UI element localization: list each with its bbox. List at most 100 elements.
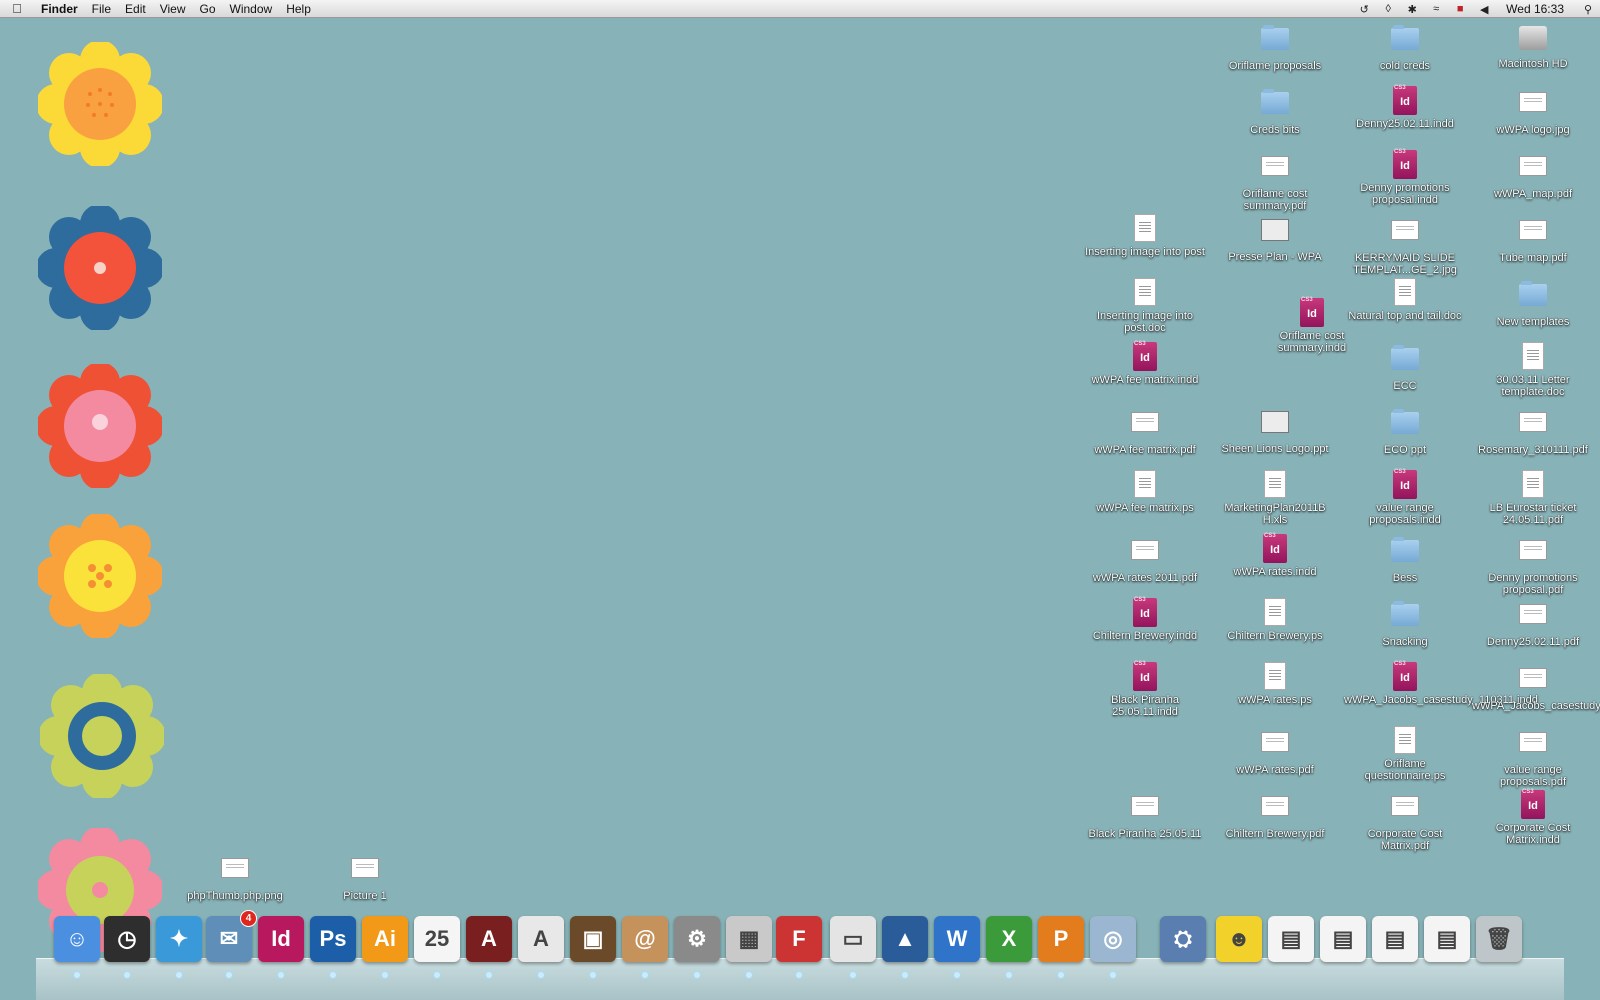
indesign-icon[interactable]: Id [258,916,304,978]
desktop-icon[interactable]: New templates [1472,278,1594,328]
desktop-icon[interactable]: Natural top and tail.doc [1344,278,1466,322]
desktop-icon[interactable]: Snacking [1344,598,1466,648]
illustrator-icon[interactable]: Ai [362,916,408,978]
desktop-icon[interactable]: MarketingPlan2011B H.xls [1214,470,1336,526]
menu-edit[interactable]: Edit [118,0,153,18]
document-icon [1519,540,1547,560]
photoshop-icon[interactable]: Ps [310,916,356,978]
desktop-icon[interactable]: KERRYMAID SLIDE TEMPLAT...GE_2.jpg [1344,214,1466,276]
desktop-icon[interactable]: Oriflame proposals [1214,22,1336,72]
desktop-icon[interactable]: Denny25.02.11.pdf [1472,598,1594,648]
system-preferences-icon[interactable]: ⚙ [674,916,720,978]
document-icon [1264,598,1286,626]
desktop-icon[interactable]: LB Eurostar ticket 24.05.11.pdf [1472,470,1594,526]
font-book-icon[interactable]: F [776,916,822,978]
desktop-icon[interactable]: Black Piranha 25.05.11 [1084,790,1206,840]
bluetooth-icon[interactable]: ✱ [1400,3,1424,16]
desktop-icon[interactable]: Id value range proposals.indd [1344,468,1466,526]
desktop-icon[interactable]: Id Denny promotions proposal.indd [1344,148,1466,206]
preview-icon[interactable]: ◎ [1090,916,1136,978]
iphoto-icon[interactable]: ▣ [570,916,616,978]
desktop-icon[interactable]: Oriflame cost summary.pdf [1214,150,1336,212]
powerpoint-icon[interactable]: P [1038,916,1084,978]
time-machine-icon[interactable]: ↺ [1352,3,1376,16]
desktop-icon[interactable]: Id Denny25.02.11.indd [1344,84,1466,130]
safari-icon[interactable]: ✦ [156,916,202,978]
mail-icon[interactable]: ✉ 4 [206,910,257,978]
document-thumbnail-icon[interactable]: ▤ [1268,916,1314,962]
word-icon[interactable]: W [934,916,980,978]
desktop-icon[interactable]: Chiltern Brewery.ps [1214,598,1336,642]
document-icon [1519,412,1547,432]
address-book-icon[interactable]: @ [622,916,668,978]
desktop-icon[interactable]: Id Black Piranha 25.05.11.indd [1084,660,1206,718]
document-thumbnail-icon[interactable]: ▤ [1320,916,1366,962]
desktop-icon[interactable]: Creds bits [1214,86,1336,136]
applications-folder-icon[interactable]: ⛭ [1160,916,1206,962]
keynote-icon[interactable]: ▲ [882,916,928,978]
desktop-icon[interactable]: 30.03.11 Letter template.doc [1472,342,1594,398]
calendar-icon[interactable]: 25 [414,916,460,978]
desktop-icon[interactable]: Bess [1344,534,1466,584]
desktop-icon-label: Black Piranha 25.05.11 [1088,828,1202,840]
desktop-icon[interactable]: phpThumb.php.png [174,852,296,902]
printer-icon[interactable]: ▭ [830,916,876,978]
desktop-icon[interactable]: wWPA logo.jpg [1472,86,1594,136]
desktop-icon[interactable]: Id Chiltern Brewery.indd [1084,596,1206,642]
acrobat-pro-icon[interactable]: A [466,916,512,978]
finder-icon[interactable]: ☺ [54,916,100,978]
excel-icon[interactable]: X [986,916,1032,978]
desktop-icon[interactable]: wWPA rates.pdf [1214,726,1336,776]
desktop-icon[interactable]: ECO ppt [1344,406,1466,456]
binoculars-icon[interactable]: ◊ [1376,3,1400,15]
desktop-icon[interactable]: wWPA_map.pdf [1472,150,1594,200]
uk-flag-icon[interactable]: ■ [1448,3,1472,15]
desktop-icon[interactable]: ECC [1344,342,1466,392]
document-thumbnail-icon[interactable]: ▤ [1372,916,1418,962]
desktop-icon[interactable]: Id wWPA_Jacobs_casestudy_110311.indd [1344,660,1538,706]
calculator-icon[interactable]: ▦ [726,916,772,978]
desktop-icon[interactable]: cold creds [1344,22,1466,72]
desktop-icon[interactable]: Denny promotions proposal.pdf [1472,534,1594,596]
spongebob-stack-icon[interactable]: ☻ [1216,916,1262,962]
desktop-icon[interactable]: wWPA_Jacobs_casestudy_110311.pdf [1472,662,1600,712]
desktop-icon[interactable]: value range proposals.pdf [1472,726,1594,788]
dashboard-icon[interactable]: ◷ [104,916,150,978]
desktop-icon[interactable]: Inserting image into post.doc [1084,278,1206,334]
menu-clock[interactable]: Wed 16:33 [1496,2,1576,16]
apple-menu-icon[interactable]:  [0,1,34,16]
desktop-icon[interactable]: Picture 1 [304,852,426,902]
spotlight-icon[interactable]: ⚲ [1576,3,1600,16]
menu-view[interactable]: View [153,0,193,18]
desktop-icon-label: 30.03.11 Letter template.doc [1496,374,1570,398]
desktop-icon[interactable]: Macintosh HD [1472,22,1594,70]
desktop-icon[interactable]: Sheen Lions Logo.ppt [1214,406,1336,455]
desktop-icon[interactable]: Inserting image into post [1084,214,1206,258]
wifi-icon[interactable]: ≈ [1424,3,1448,15]
dock-item-glyph: ✉ [219,926,239,951]
menu-go[interactable]: Go [193,0,223,18]
menu-help[interactable]: Help [279,0,318,18]
desktop-icon[interactable]: Corporate Cost Matrix.pdf [1344,790,1466,852]
menu-app-name[interactable]: Finder [34,0,85,18]
desktop-icon[interactable]: Oriflame questionnaire.ps [1344,726,1466,782]
document-thumbnail-icon[interactable]: ▤ [1424,916,1470,962]
desktop-icon[interactable]: wWPA rates 2011.pdf [1084,534,1206,584]
menu-window[interactable]: Window [223,0,280,18]
desktop-icon[interactable]: wWPA rates.ps [1214,662,1336,706]
document-icon [1391,220,1419,240]
desktop-icon[interactable]: Id Corporate Cost Matrix.indd [1472,788,1594,846]
desktop-icon[interactable]: wWPA fee matrix.ps [1084,470,1206,514]
trash-icon[interactable]: 🗑 [1476,916,1522,962]
adobe-reader-icon[interactable]: A [518,916,564,978]
desktop-icon[interactable]: Rosemary_310111.pdf [1472,406,1594,456]
desktop-icon-label: wWPA logo.jpg [1496,124,1570,136]
desktop-icon[interactable]: Id wWPA rates.indd [1214,532,1336,578]
desktop-icon[interactable]: Id wWPA fee matrix.indd [1084,340,1206,386]
desktop-icon[interactable]: Chiltern Brewery.pdf [1214,790,1336,840]
menu-file[interactable]: File [85,0,118,18]
desktop-icon[interactable]: Tube map.pdf [1472,214,1594,264]
desktop-icon[interactable]: wWPA fee matrix.pdf [1084,406,1206,456]
volume-icon[interactable]: ◀ [1472,3,1496,16]
desktop-icon[interactable]: Presse Plan - WPA [1214,214,1336,263]
